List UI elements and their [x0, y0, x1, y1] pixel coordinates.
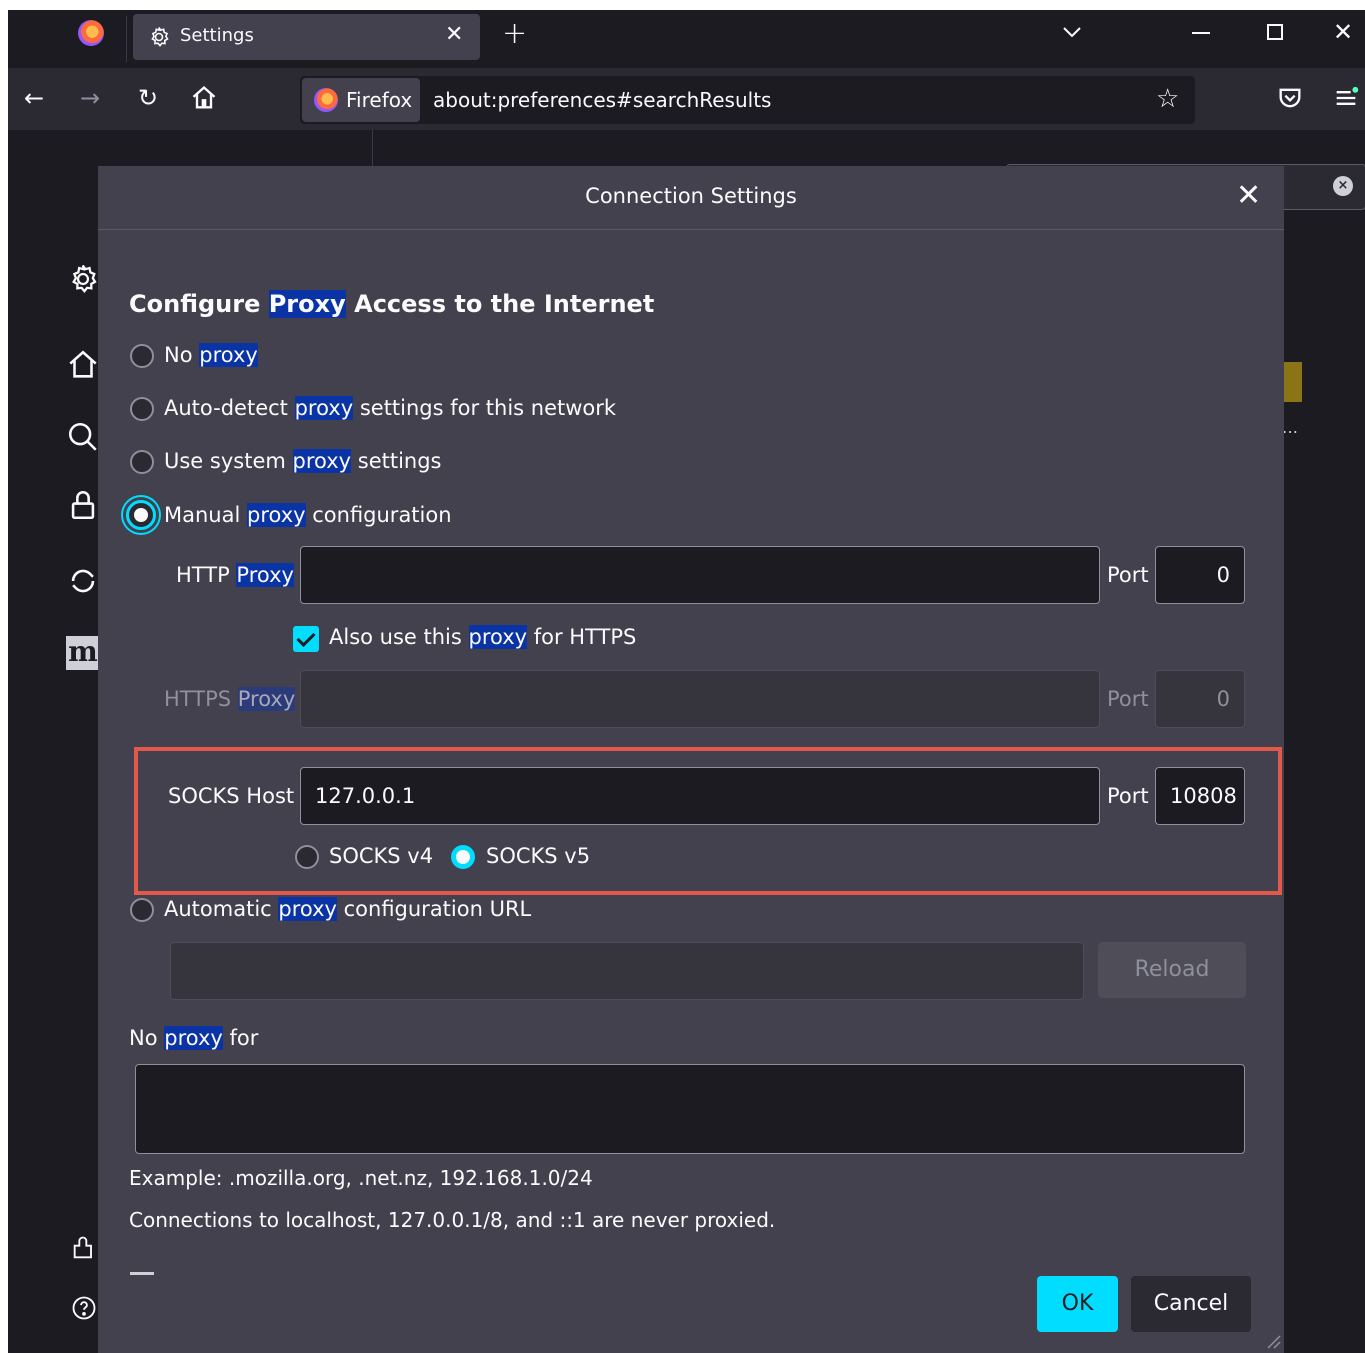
- firefox-icon: [314, 88, 338, 112]
- pocket-icon[interactable]: [1276, 84, 1304, 112]
- label-http-proxy: HTTP Proxy: [176, 563, 294, 587]
- http-port-input[interactable]: 0: [1155, 546, 1245, 604]
- tab-settings[interactable]: Settings ✕: [133, 14, 480, 60]
- auto-url-input[interactable]: [170, 942, 1084, 1000]
- label-also-https[interactable]: Also use this proxy for HTTPS: [329, 625, 636, 649]
- window-close-icon[interactable]: ✕: [1333, 18, 1353, 46]
- socks-port-input[interactable]: 10808: [1155, 767, 1245, 825]
- label-socks-host: SOCKS Host: [168, 784, 295, 808]
- bookmark-star-icon[interactable]: ☆: [1156, 84, 1179, 114]
- clear-search-icon[interactable]: ×: [1333, 176, 1353, 196]
- home-category-icon[interactable]: [66, 348, 100, 382]
- https-proxy-input[interactable]: [300, 670, 1100, 728]
- close-tab-icon[interactable]: ✕: [445, 22, 463, 47]
- identity-box[interactable]: Firefox: [302, 78, 420, 122]
- label-auto-url[interactable]: Automatic proxy configuration URL: [164, 897, 531, 921]
- ok-button[interactable]: OK: [1037, 1276, 1118, 1332]
- label-socks-port: Port: [1107, 784, 1149, 808]
- example-note: Example: .mozilla.org, .net.nz, 192.168.…: [129, 1166, 593, 1190]
- socks-host-input[interactable]: 127.0.0.1: [300, 767, 1100, 825]
- more-icon: …: [1282, 418, 1298, 437]
- sync-icon[interactable]: [66, 564, 100, 598]
- http-proxy-input[interactable]: [300, 546, 1100, 604]
- url-text[interactable]: about:preferences#searchResults: [433, 88, 771, 112]
- radio-socks-v5[interactable]: [451, 845, 475, 869]
- radio-no-proxy[interactable]: [130, 344, 154, 368]
- resize-grip-icon[interactable]: [1262, 1330, 1282, 1350]
- minimize-icon[interactable]: [1192, 32, 1210, 34]
- firefox-logo-icon[interactable]: [78, 20, 104, 46]
- label-manual[interactable]: Manual proxy configuration: [164, 503, 452, 527]
- navigation-bar: ← → ↻ Firefox about:preferences#searchRe…: [8, 68, 1365, 130]
- url-bar[interactable]: Firefox about:preferences#searchResults …: [300, 76, 1195, 124]
- label-https-proxy: HTTPS Proxy: [164, 687, 296, 711]
- label-auto-detect[interactable]: Auto-detect proxy settings for this netw…: [164, 396, 616, 420]
- label-socks-v4[interactable]: SOCKS v4: [329, 844, 433, 868]
- identity-label: Firefox: [346, 88, 413, 112]
- home-icon[interactable]: [190, 84, 218, 112]
- reload-icon[interactable]: ↻: [134, 84, 162, 112]
- dialog-title: Connection Settings: [585, 184, 797, 208]
- page-divider: [372, 130, 373, 170]
- radio-manual[interactable]: [126, 500, 156, 530]
- general-gear-icon[interactable]: [66, 262, 100, 296]
- maximize-icon[interactable]: [1267, 24, 1283, 40]
- dialog-close-icon[interactable]: ✕: [1236, 180, 1261, 212]
- reload-button[interactable]: Reload: [1098, 942, 1246, 998]
- partial-checkbox[interactable]: [130, 1272, 154, 1275]
- label-socks-v5[interactable]: SOCKS v5: [486, 844, 590, 868]
- label-https-port: Port: [1107, 687, 1149, 711]
- radio-use-system[interactable]: [130, 450, 154, 474]
- checkbox-also-https[interactable]: [293, 626, 319, 652]
- new-tab-icon[interactable]: +: [502, 16, 527, 51]
- extensions-icon[interactable]: [70, 1234, 98, 1262]
- radio-socks-v4[interactable]: [295, 845, 319, 869]
- dialog-heading: Configure Proxy Access to the Internet: [129, 290, 655, 318]
- dialog-header: Connection Settings ✕: [98, 166, 1284, 230]
- tab-strip: Settings ✕ + ✕: [8, 10, 1365, 68]
- gear-icon: [151, 27, 169, 47]
- https-port-input[interactable]: 0: [1155, 670, 1245, 728]
- label-http-port: Port: [1107, 563, 1149, 587]
- radio-auto-detect[interactable]: [130, 397, 154, 421]
- cancel-button[interactable]: Cancel: [1131, 1276, 1251, 1332]
- help-icon[interactable]: [70, 1294, 98, 1322]
- forward-icon[interactable]: →: [76, 84, 104, 112]
- mozilla-icon[interactable]: m: [66, 636, 100, 670]
- menu-icon[interactable]: [1332, 84, 1360, 112]
- label-use-system[interactable]: Use system proxy settings: [164, 449, 442, 473]
- back-icon[interactable]: ←: [20, 84, 48, 112]
- radio-auto-url[interactable]: [130, 898, 154, 922]
- tab-title: Settings: [180, 25, 254, 46]
- no-proxy-for-textarea[interactable]: [135, 1064, 1245, 1154]
- label-no-proxy-for: No proxy for: [129, 1026, 259, 1050]
- localhost-note: Connections to localhost, 127.0.0.1/8, a…: [129, 1208, 776, 1232]
- lock-icon[interactable]: [66, 488, 100, 522]
- label-no-proxy[interactable]: No proxy: [164, 343, 258, 367]
- tab-separator: [126, 16, 127, 62]
- chevron-down-icon[interactable]: [1060, 20, 1084, 44]
- search-icon[interactable]: [66, 420, 100, 454]
